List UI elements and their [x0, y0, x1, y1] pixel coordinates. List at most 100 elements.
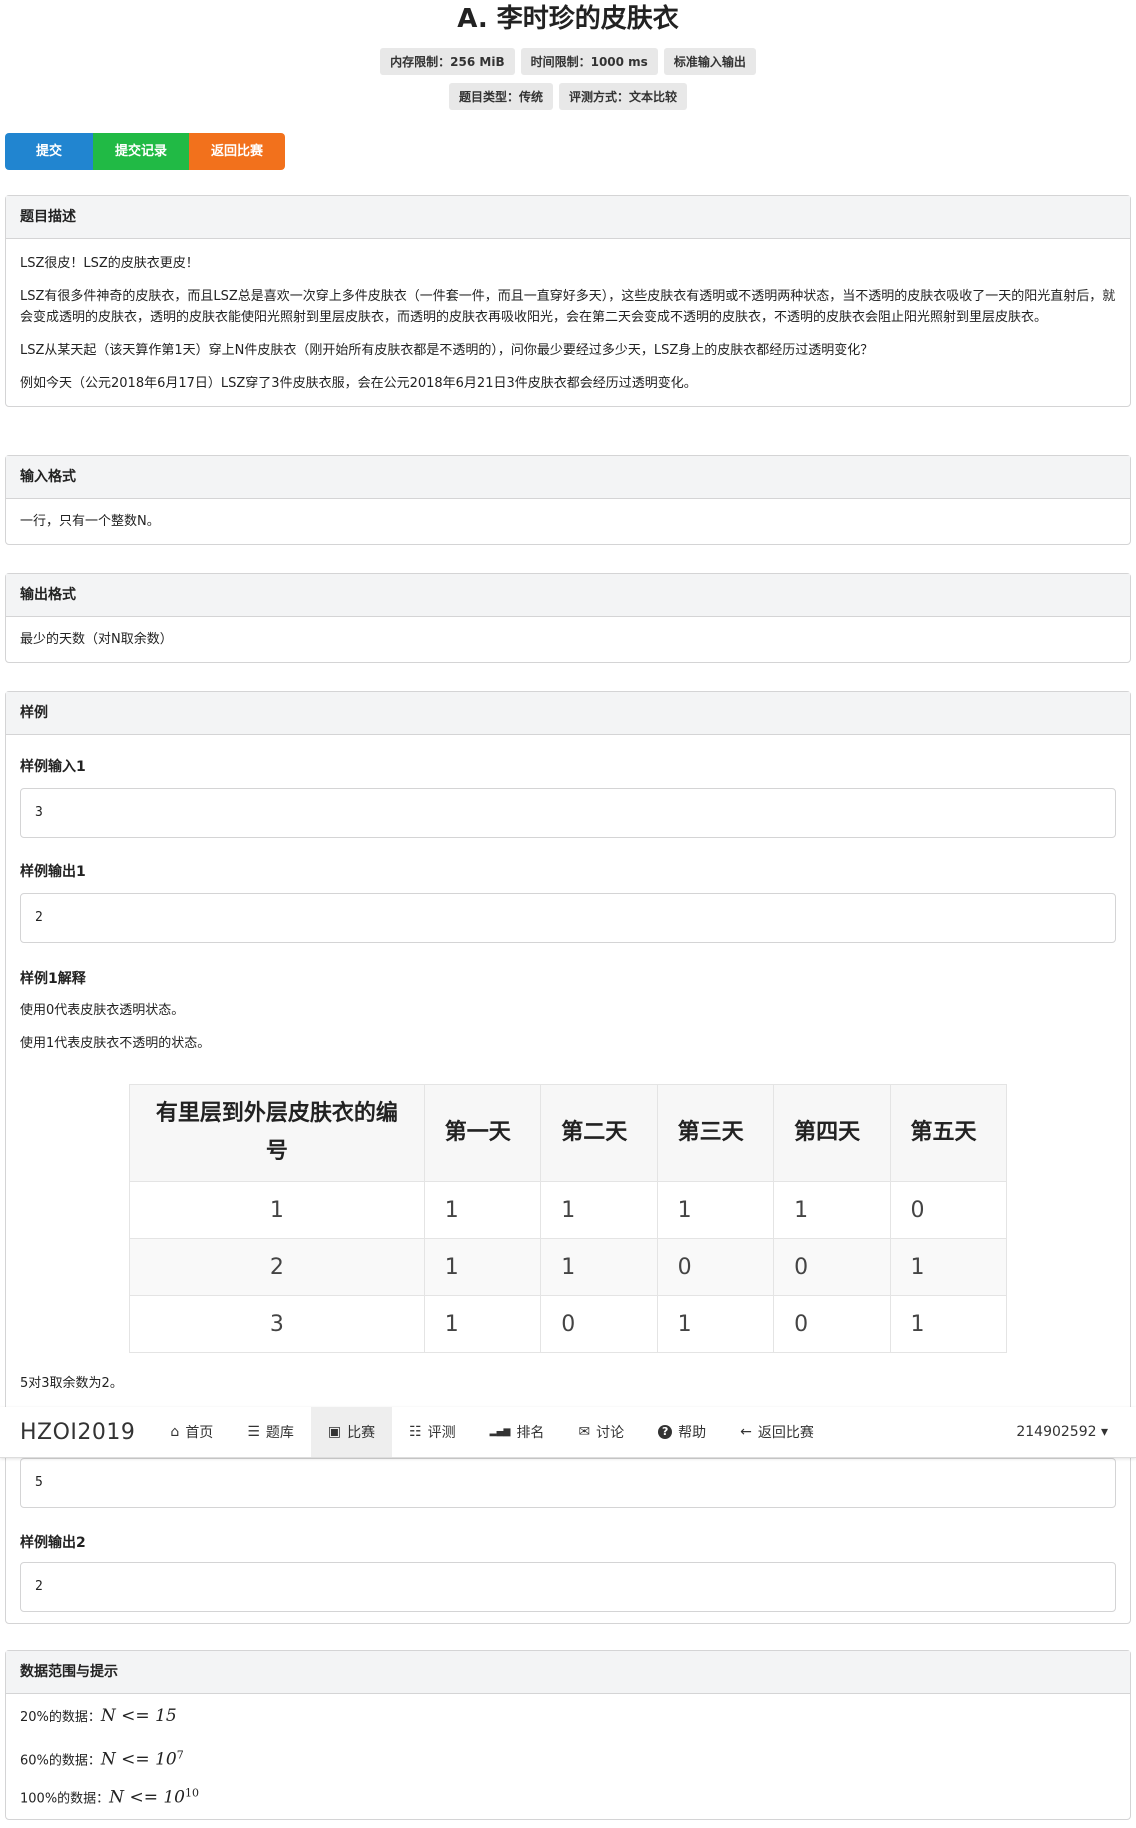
nav-problems[interactable]: ☰ 题库: [230, 1407, 311, 1457]
samples-segment: 样例 样例输入1 3 样例输出1 2 样例1解释 使用0代表皮肤衣透明状态。 使…: [5, 691, 1131, 1624]
table-cell: 0: [889, 1181, 1008, 1239]
hint-math: N <= 10: [100, 1749, 177, 1770]
nav-ranking[interactable]: ▂▄▆ 排名: [473, 1407, 562, 1457]
sample-input-2[interactable]: 5: [20, 1458, 1116, 1508]
table-cell: 1: [129, 1181, 425, 1239]
input-format-text: 一行，只有一个整数N。: [20, 514, 160, 529]
table-cell: 1: [423, 1181, 542, 1239]
description-segment: 题目描述 LSZ很皮！LSZ的皮肤衣更皮！ LSZ有很多件神奇的皮肤衣，而且LS…: [5, 195, 1131, 407]
hint-line-2: 60%的数据：N <= 107: [20, 1744, 1116, 1782]
table-cell: 1: [423, 1238, 542, 1296]
judge-method-label: 评测方式：文本比较: [559, 83, 688, 110]
table-cell: 1: [773, 1181, 891, 1239]
sample-input-1-label: 样例输入1: [20, 759, 86, 775]
nav-back-to-contest[interactable]: ← 返回比赛: [723, 1407, 831, 1457]
description-header: 题目描述: [6, 196, 1130, 239]
help-icon: ?: [658, 1425, 673, 1439]
comments-icon: ✉: [578, 1424, 591, 1440]
list-icon: ☰: [247, 1424, 260, 1440]
action-buttons: 提交 提交记录 返回比赛: [5, 133, 286, 170]
explanation-line-3: 5对3取余数为2。: [20, 1376, 123, 1391]
sample-explanation-label: 样例1解释: [20, 971, 86, 987]
table-cell: 3: [129, 1295, 425, 1353]
hint-math: N <= 15: [100, 1706, 177, 1726]
sample-output-2-label: 样例输出2: [20, 1535, 86, 1551]
top-navbar: HZOI2019 ⌂ 首页 ☰ 题库 ▣ 比赛 ☷ 评测 ▂▄▆ 排名 ✉ 讨论 ? 帮助 ←…: [0, 1407, 1136, 1458]
sample-output-1[interactable]: 2: [20, 893, 1116, 943]
submit-button[interactable]: 提交: [5, 133, 93, 170]
description-p3: LSZ从某天起（该天算作第1天）穿上N件皮肤衣（刚开始所有皮肤衣都是不透明的），…: [20, 343, 874, 358]
signal-icon: ▂▄▆: [489, 1427, 511, 1437]
nav-label: 比赛: [347, 1425, 376, 1441]
nav-label: 讨论: [596, 1425, 625, 1441]
page-title: A. 李时珍的皮肤衣: [457, 4, 679, 34]
table-cell: 1: [540, 1181, 658, 1239]
table-cell: 1: [423, 1295, 542, 1353]
nav-label: 返回比赛: [757, 1425, 814, 1441]
input-format-segment: 输入格式 一行，只有一个整数N。: [5, 455, 1131, 545]
io-type-label: 标准输入输出: [663, 48, 756, 75]
table-header: 第三天: [656, 1084, 775, 1182]
table-header-row: 有里层到外层皮肤衣的编号 第一天 第二天 第三天 第四天 第五天: [129, 1084, 1008, 1182]
hint-math: N <= 10: [109, 1787, 185, 1808]
time-limit-label: 时间限制：1000 ms: [520, 48, 658, 75]
nav-label: 帮助: [678, 1425, 707, 1441]
explanation-line-2: 使用1代表皮肤衣不透明的状态。: [20, 1036, 211, 1051]
nav-help[interactable]: ? 帮助: [641, 1407, 723, 1457]
user-dropdown[interactable]: 214902592 ▾: [1016, 1424, 1108, 1440]
nav-label: 排名: [516, 1425, 545, 1441]
sample-output-1-label: 样例输出1: [20, 864, 86, 880]
table-row: 1 1 1 1 1 0: [129, 1181, 1008, 1239]
table-cell: 0: [773, 1295, 891, 1353]
output-format-text: 最少的天数（对N取余数）: [20, 632, 173, 647]
table-cell: 0: [540, 1295, 658, 1353]
nav-label: 首页: [185, 1425, 214, 1441]
arrow-left-icon: ←: [740, 1424, 752, 1440]
table-cell: 1: [889, 1238, 1008, 1296]
description-p2: LSZ有很多件神奇的皮肤衣，而且LSZ总是喜欢一次穿上多件皮肤衣（一件套一件，而…: [20, 289, 1116, 325]
back-to-contest-button[interactable]: 返回比赛: [189, 133, 286, 170]
hint-line-3: 100%的数据：N <= 1010: [20, 1782, 1116, 1820]
hint-exponent: 7: [176, 1748, 184, 1761]
memory-limit-label: 内存限制：256 MiB: [380, 48, 515, 75]
sample-output-2[interactable]: 2: [20, 1562, 1116, 1612]
table-cell: 1: [656, 1295, 775, 1353]
nav-home[interactable]: ⌂ 首页: [153, 1407, 230, 1457]
table-header: 第二天: [540, 1084, 658, 1182]
table-cell: 0: [773, 1238, 891, 1296]
hint-prefix: 20%的数据：: [20, 1710, 101, 1725]
hint-prefix: 60%的数据：: [20, 1753, 101, 1769]
table-cell: 1: [540, 1238, 658, 1296]
tasks-icon: ☷: [409, 1424, 422, 1440]
problem-type-label: 题目类型：传统: [448, 83, 553, 110]
nav-judge[interactable]: ☷ 评测: [392, 1407, 473, 1457]
description-p4: 例如今天（公元2018年6月17日）LSZ穿了3件皮肤衣服，会在公元2018年6…: [20, 376, 697, 391]
hint-line-1: 20%的数据：N <= 15: [20, 1706, 1116, 1744]
table-row: 3 1 0 1 0 1: [129, 1295, 1008, 1353]
sample-input-1[interactable]: 3: [20, 788, 1116, 838]
submission-records-button[interactable]: 提交记录: [93, 133, 190, 170]
samples-header: 样例: [6, 692, 1130, 735]
table-header: 第五天: [889, 1084, 1008, 1182]
table-row: 2 1 1 0 0 1: [129, 1238, 1008, 1296]
brand-logo[interactable]: HZOI2019: [20, 1420, 135, 1445]
table-cell: 1: [656, 1181, 775, 1239]
hint-exponent: 10: [184, 1786, 199, 1799]
home-icon: ⌂: [170, 1424, 180, 1440]
hint-prefix: 100%的数据：: [20, 1791, 110, 1807]
nav-discussion[interactable]: ✉ 讨论: [561, 1407, 641, 1457]
table-cell: 0: [656, 1238, 775, 1296]
explanation-line-1: 使用0代表皮肤衣透明状态。: [20, 1003, 185, 1018]
calendar-icon: ▣: [327, 1424, 342, 1440]
output-format-segment: 输出格式 最少的天数（对N取余数）: [5, 573, 1131, 663]
table-header: 第四天: [773, 1084, 891, 1182]
table-header: 有里层到外层皮肤衣的编号: [129, 1084, 425, 1182]
problem-labels: 内存限制：256 MiB 时间限制：1000 ms 标准输入输出 题目类型：传统…: [0, 48, 1136, 110]
hints-header: 数据范围与提示: [6, 1651, 1130, 1694]
hints-segment: 数据范围与提示 20%的数据：N <= 15 60%的数据：N <= 107 1…: [5, 1650, 1131, 1820]
table-cell: 2: [129, 1238, 425, 1296]
nav-label: 题库: [265, 1425, 294, 1441]
table-header: 第一天: [423, 1084, 542, 1182]
layer-state-table: 有里层到外层皮肤衣的编号 第一天 第二天 第三天 第四天 第五天 1 1 1 1…: [129, 1084, 1008, 1353]
nav-contests[interactable]: ▣ 比赛: [310, 1407, 393, 1457]
